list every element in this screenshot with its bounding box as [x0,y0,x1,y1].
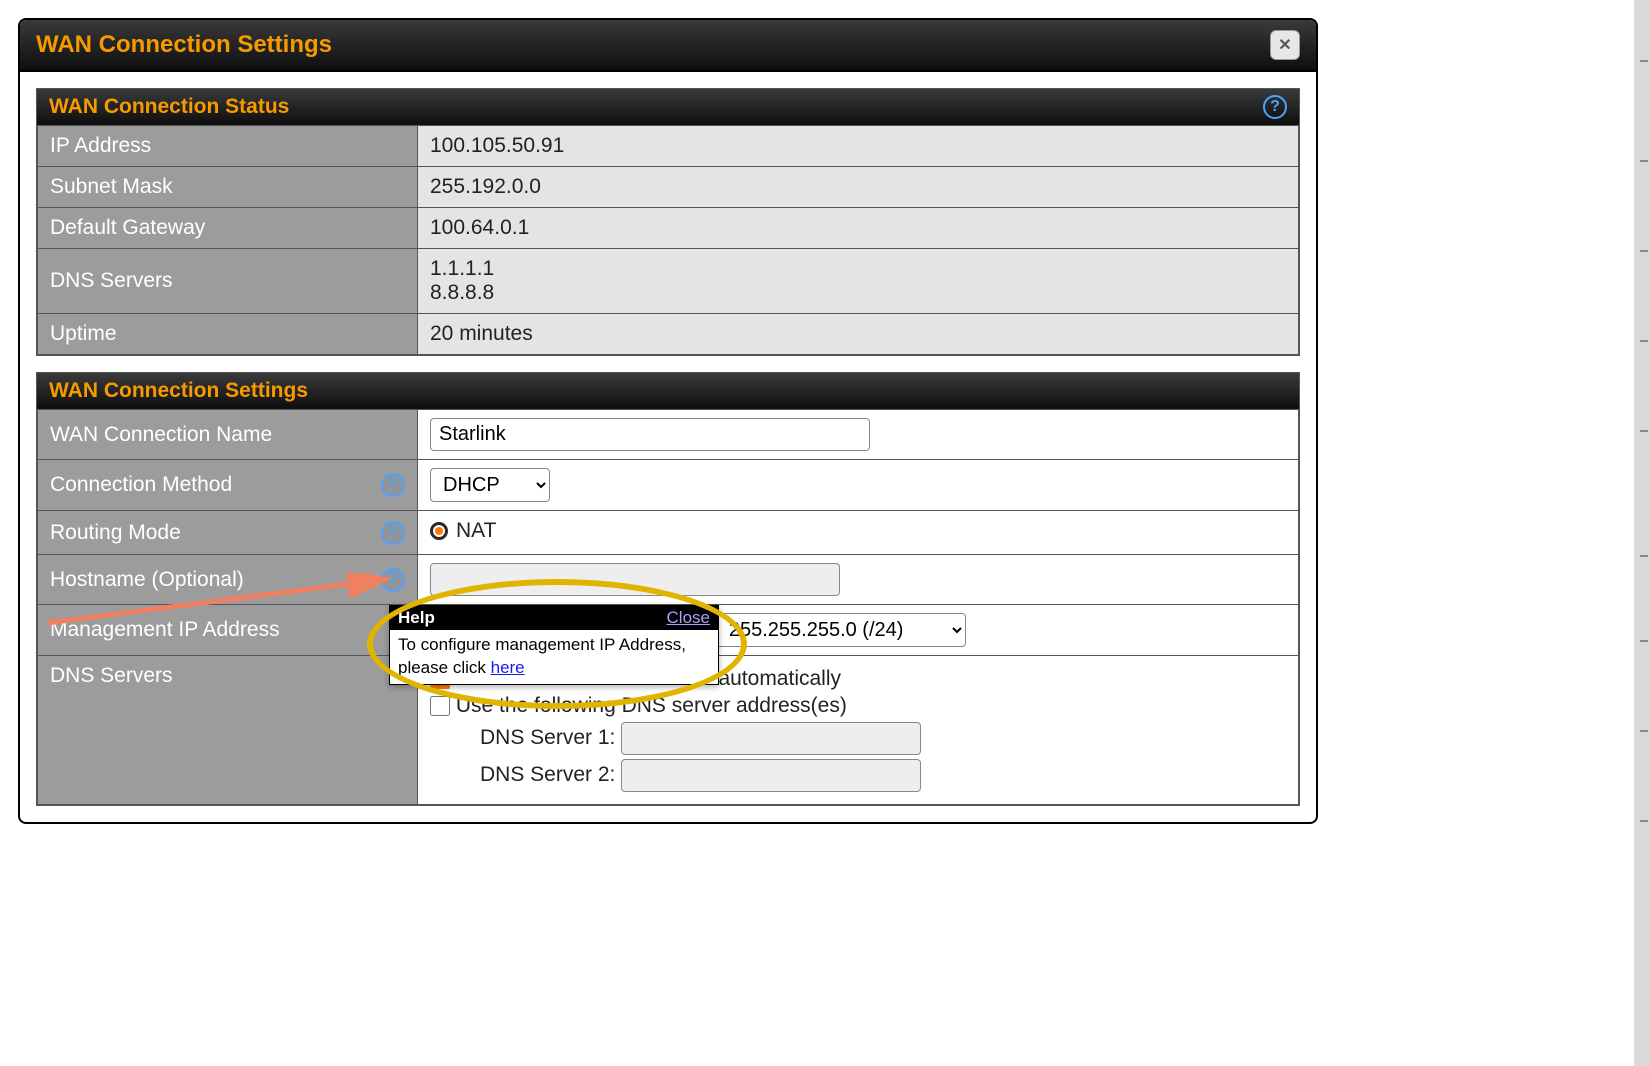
scrollbar[interactable] [1634,0,1650,1066]
dns-manual-checkbox[interactable] [430,696,450,716]
connection-method-select[interactable]: DHCP [430,468,550,502]
help-popup: Help Close To configure management IP Ad… [389,605,719,685]
dns-servers-label: DNS Servers [38,249,418,314]
help-icon[interactable]: ? [381,568,405,592]
dns-manual-option[interactable]: Use the following DNS server address(es) [430,694,1286,718]
help-icon[interactable]: ? [381,473,405,497]
help-popup-body: To configure management IP Address, plea… [390,630,718,684]
default-gateway-label: Default Gateway [38,208,418,249]
table-row: Hostname (Optional) ? [38,555,1299,605]
help-popup-close-link[interactable]: Close [667,608,710,628]
hostname-input[interactable] [430,563,840,596]
dns-servers-value: 1.1.1.1 8.8.8.8 [418,249,1299,314]
ip-address-label: IP Address [38,126,418,167]
wan-name-label: WAN Connection Name [38,410,418,460]
dns1-input[interactable] [621,722,921,755]
table-row: WAN Connection Name [38,410,1299,460]
mgmt-ip-label: Management IP Address [38,605,418,656]
close-icon[interactable]: ✕ [1270,30,1300,60]
dialog-header: WAN Connection Settings ✕ [20,20,1316,72]
default-gateway-value: 100.64.0.1 [418,208,1299,249]
dns2-input[interactable] [621,759,921,792]
dns2-label: DNS Server 2: [480,763,615,786]
dns1-label: DNS Server 1: [480,726,615,749]
mgmt-subnet-select[interactable]: 255.255.255.0 (/24) [716,613,966,647]
dialog-title: WAN Connection Settings [36,31,332,59]
table-row: Connection Method ? DHCP [38,460,1299,511]
subnet-mask-value: 255.192.0.0 [418,167,1299,208]
status-header: WAN Connection Status ? [37,89,1299,125]
help-icon[interactable]: ? [381,521,405,545]
table-row: Default Gateway 100.64.0.1 [38,208,1299,249]
wan-name-input[interactable] [430,418,870,451]
connection-method-label: Connection Method [50,473,232,497]
status-table: IP Address 100.105.50.91 Subnet Mask 255… [37,125,1299,355]
help-popup-title: Help [398,608,435,628]
uptime-value: 20 minutes [418,314,1299,355]
help-icon[interactable]: ? [1263,95,1287,119]
settings-title: WAN Connection Settings [49,379,308,403]
table-row: Uptime 20 minutes [38,314,1299,355]
wan-settings-dialog: WAN Connection Settings ✕ WAN Connection… [18,18,1318,824]
table-row: DNS Servers 1.1.1.1 8.8.8.8 [38,249,1299,314]
dns-servers-settings-label: DNS Servers [38,656,418,805]
radio-selected-icon [430,522,448,540]
status-title: WAN Connection Status [49,95,289,119]
settings-section: WAN Connection Settings WAN Connection N… [36,372,1300,806]
help-popup-here-link[interactable]: here [491,658,525,677]
settings-header: WAN Connection Settings [37,373,1299,409]
subnet-mask-label: Subnet Mask [38,167,418,208]
table-row: Routing Mode ? NAT [38,511,1299,555]
ip-address-value: 100.105.50.91 [418,126,1299,167]
table-row: IP Address 100.105.50.91 [38,126,1299,167]
uptime-label: Uptime [38,314,418,355]
status-section: WAN Connection Status ? IP Address 100.1… [36,88,1300,356]
table-row: Subnet Mask 255.192.0.0 [38,167,1299,208]
routing-mode-value: NAT [456,519,496,543]
routing-mode-label: Routing Mode [50,521,181,545]
hostname-label: Hostname (Optional) [50,568,244,592]
routing-mode-nat-radio[interactable]: NAT [430,519,496,543]
